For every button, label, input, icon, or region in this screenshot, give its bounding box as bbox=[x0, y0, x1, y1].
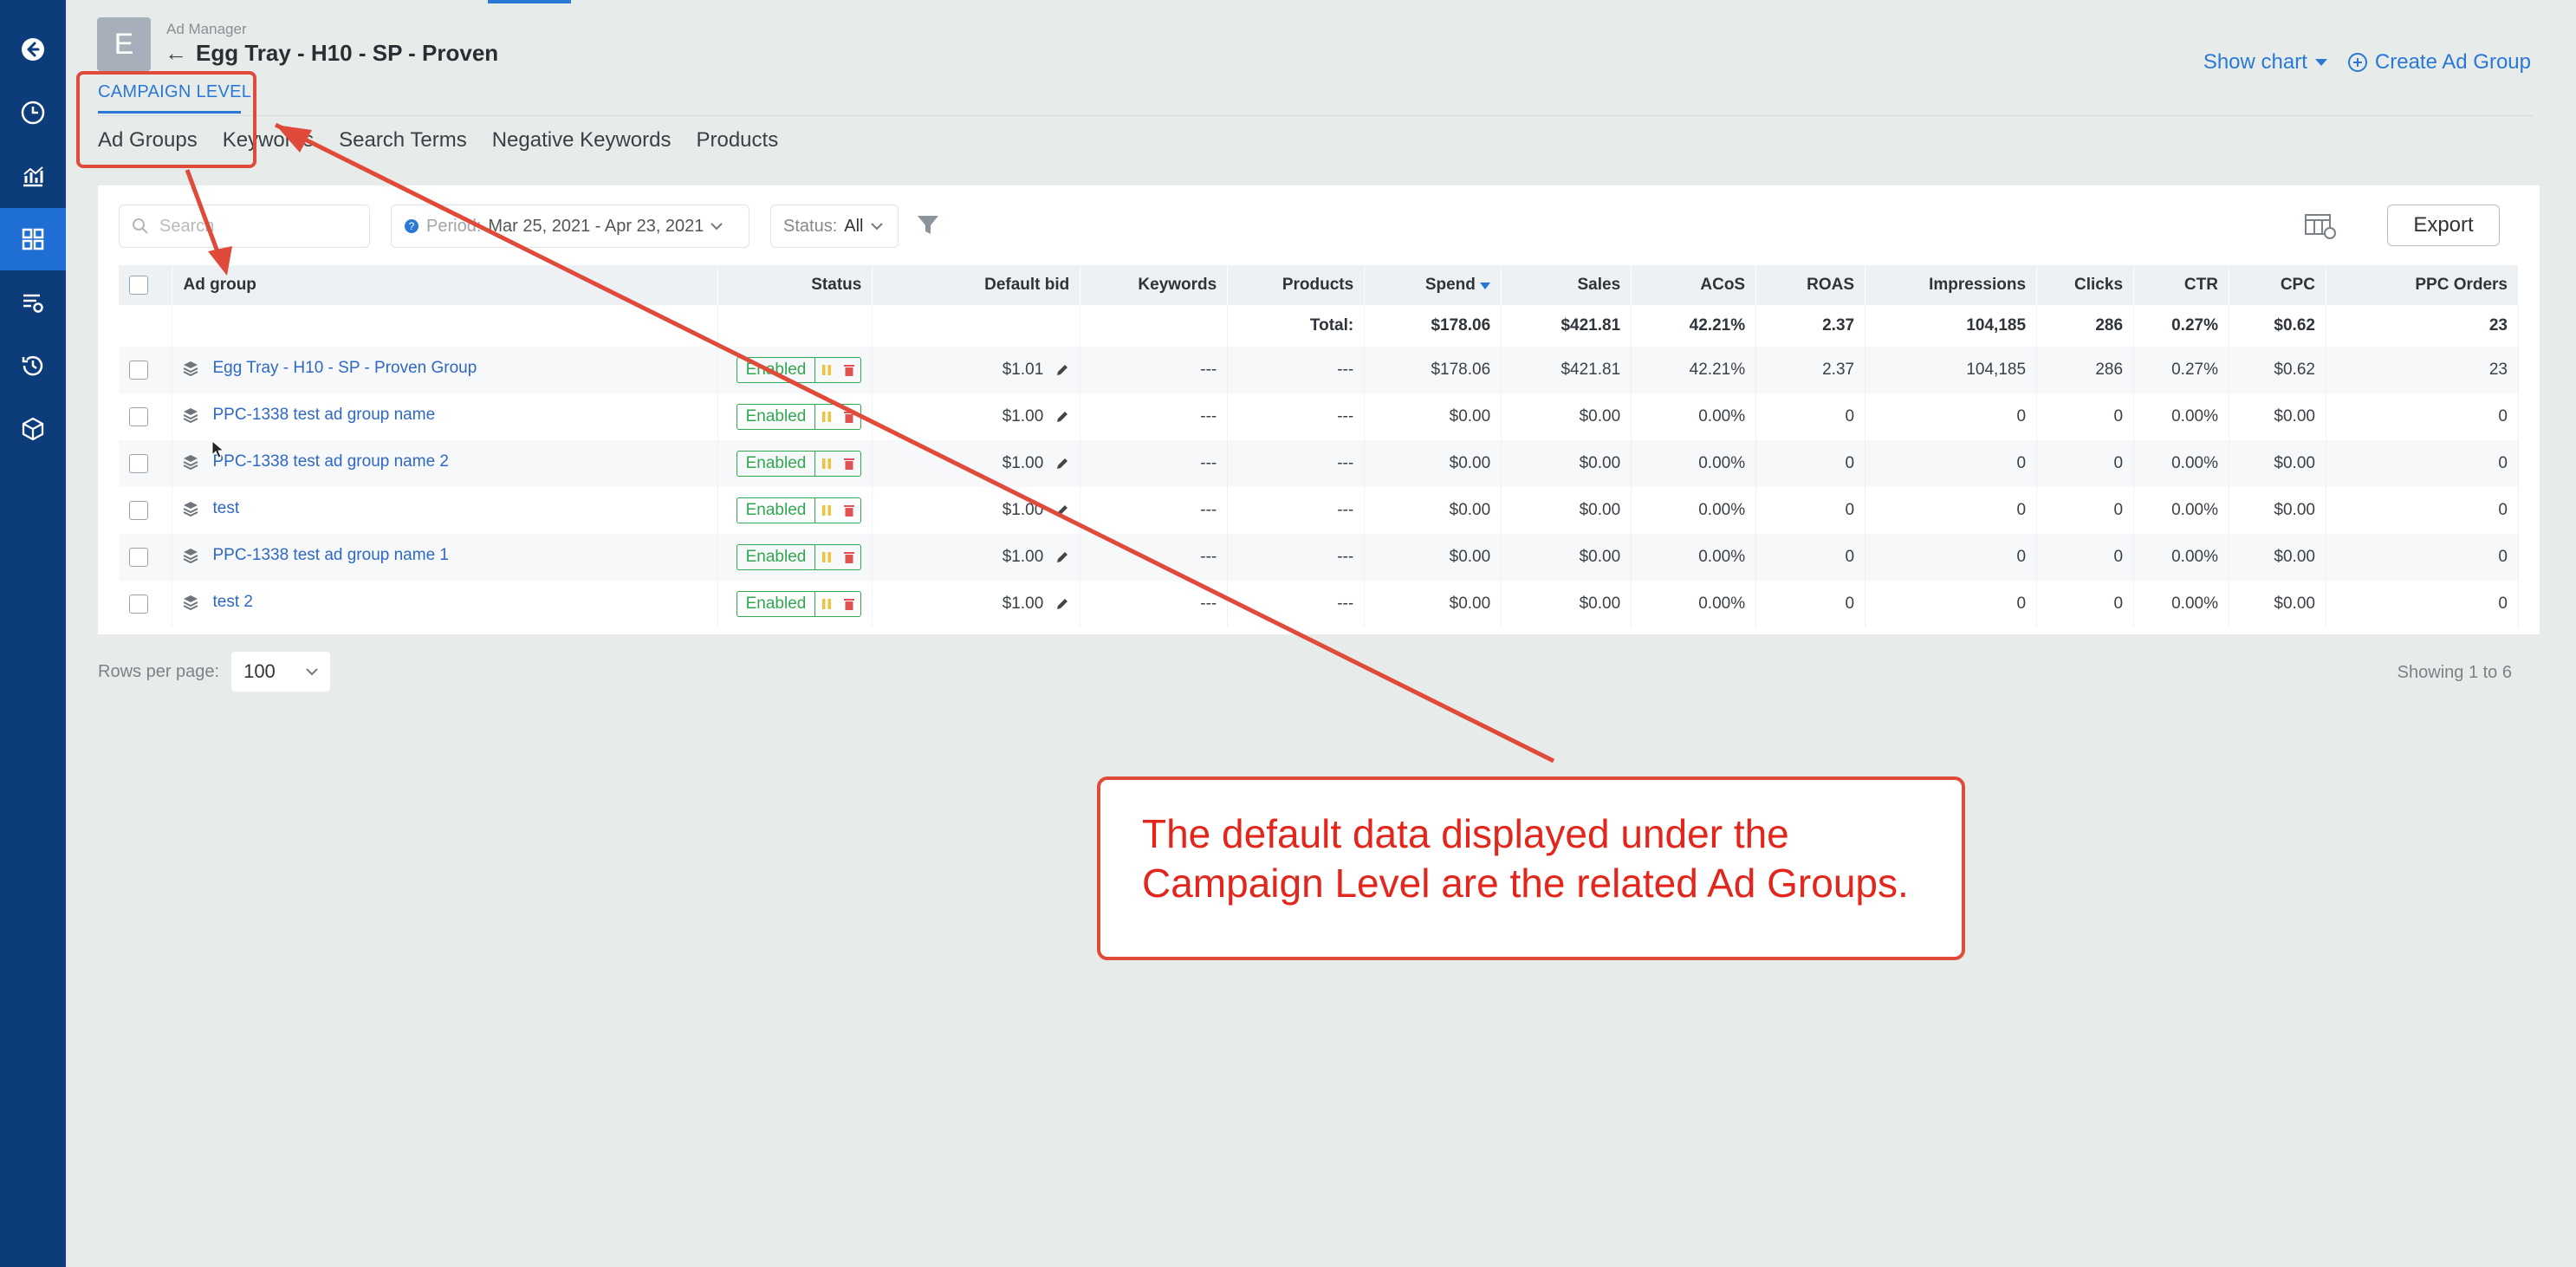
annotation-arrow-to-tab bbox=[274, 122, 1555, 763]
callout-line-2: Campaign Level are the related Ad Groups… bbox=[1142, 861, 1909, 906]
mouse-cursor-icon bbox=[211, 440, 225, 458]
annotation-arrowhead bbox=[208, 246, 232, 276]
callout-line-1: The default data displayed under the bbox=[1142, 811, 1789, 856]
annotation-arrowhead bbox=[276, 125, 312, 153]
annotation-callout: The default data displayed under the Cam… bbox=[1097, 776, 1965, 960]
annotation-arrows bbox=[185, 122, 1555, 763]
annotation-arrow-to-column bbox=[185, 169, 224, 264]
